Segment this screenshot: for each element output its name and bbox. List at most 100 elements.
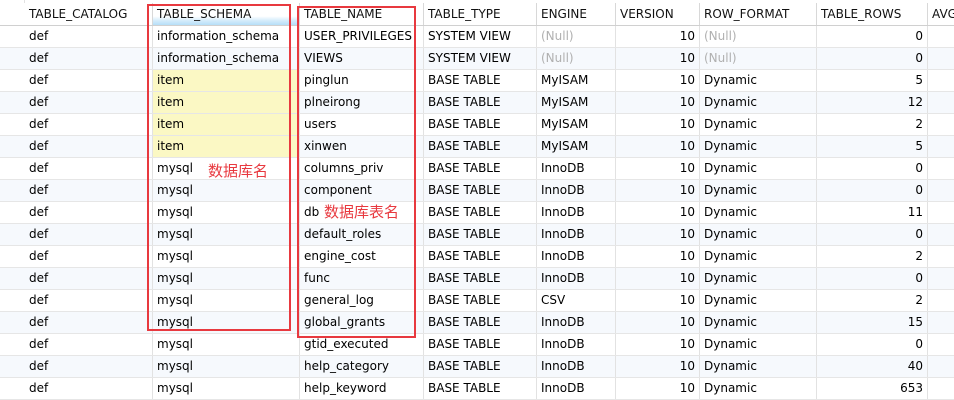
cell-table-catalog[interactable]: def [25, 290, 153, 311]
cell-version[interactable]: 10 [616, 136, 700, 157]
cell-table-type[interactable]: BASE TABLE [424, 136, 537, 157]
cell-version[interactable]: 10 [616, 290, 700, 311]
cell-table-schema[interactable]: mysql [153, 334, 300, 355]
cell-table-rows[interactable]: 0 [817, 224, 928, 245]
cell-table-catalog[interactable]: def [25, 180, 153, 201]
cell-table-catalog[interactable]: def [25, 92, 153, 113]
cell-table-schema[interactable]: mysql [153, 268, 300, 289]
cell-table-name[interactable]: VIEWS [300, 48, 424, 69]
cell-engine[interactable]: MyISAM [537, 70, 616, 91]
cell-table-catalog[interactable]: def [25, 48, 153, 69]
cell-table-rows[interactable]: 40 [817, 356, 928, 377]
column-header-table-rows[interactable]: TABLE_ROWS [817, 3, 928, 25]
cell-table-name[interactable]: USER_PRIVILEGES [300, 26, 424, 47]
cell-table-type[interactable]: BASE TABLE [424, 378, 537, 399]
cell-row-format[interactable]: Dynamic [700, 224, 817, 245]
table-row[interactable]: def mysql db BASE TABLE InnoDB 10 Dynamic 11 [0, 202, 954, 224]
table-row[interactable]: def mysql func BASE TABLE InnoDB 10 Dynamic 0 [0, 268, 954, 290]
cell-version[interactable]: 10 [616, 26, 700, 47]
cell-engine[interactable]: InnoDB [537, 202, 616, 223]
cell-table-name[interactable]: func [300, 268, 424, 289]
cell-table-catalog[interactable]: def [25, 136, 153, 157]
table-row[interactable]: def item xinwen BASE TABLE MyISAM 10 Dynamic 5 [0, 136, 954, 158]
cell-table-rows[interactable]: 0 [817, 268, 928, 289]
table-row[interactable]: def item pinglun BASE TABLE MyISAM 10 Dynamic 5 [0, 70, 954, 92]
cell-table-type[interactable]: BASE TABLE [424, 224, 537, 245]
cell-row-format[interactable]: Dynamic [700, 246, 817, 267]
cell-table-type[interactable]: BASE TABLE [424, 180, 537, 201]
cell-table-catalog[interactable]: def [25, 312, 153, 333]
cell-engine[interactable]: (Null) [537, 48, 616, 69]
cell-table-name[interactable]: default_roles [300, 224, 424, 245]
cell-table-name[interactable]: global_grants [300, 312, 424, 333]
cell-table-catalog[interactable]: def [25, 334, 153, 355]
cell-version[interactable]: 10 [616, 48, 700, 69]
cell-table-type[interactable]: BASE TABLE [424, 290, 537, 311]
cell-table-name[interactable]: engine_cost [300, 246, 424, 267]
column-header-table-catalog[interactable]: TABLE_CATALOG [25, 3, 153, 25]
column-header-table-type[interactable]: TABLE_TYPE [424, 3, 537, 25]
cell-version[interactable]: 10 [616, 268, 700, 289]
cell-table-schema[interactable]: item [153, 70, 300, 91]
cell-version[interactable]: 10 [616, 70, 700, 91]
cell-table-schema[interactable]: mysql [153, 180, 300, 201]
cell-table-catalog[interactable]: def [25, 224, 153, 245]
cell-table-type[interactable]: BASE TABLE [424, 70, 537, 91]
cell-table-catalog[interactable]: def [25, 26, 153, 47]
cell-table-catalog[interactable]: def [25, 246, 153, 267]
table-row[interactable]: def information_schema USER_PRIVILEGES SYST… [0, 26, 954, 48]
cell-avg[interactable] [928, 224, 954, 245]
cell-engine[interactable]: InnoDB [537, 334, 616, 355]
cell-version[interactable]: 10 [616, 114, 700, 135]
cell-table-name[interactable]: plneirong [300, 92, 424, 113]
cell-table-rows[interactable]: 0 [817, 158, 928, 179]
table-row[interactable]: def mysql gtid_executed BASE TABLE InnoDB 10 D… [0, 334, 954, 356]
table-row[interactable]: def mysql general_log BASE TABLE CSV 10 Dynami… [0, 290, 954, 312]
cell-table-name[interactable]: xinwen [300, 136, 424, 157]
cell-table-type[interactable]: BASE TABLE [424, 334, 537, 355]
cell-engine[interactable]: MyISAM [537, 114, 616, 135]
table-row[interactable]: def item users BASE TABLE MyISAM 10 Dynamic 2 [0, 114, 954, 136]
cell-table-type[interactable]: BASE TABLE [424, 158, 537, 179]
cell-row-format[interactable]: Dynamic [700, 356, 817, 377]
cell-engine[interactable]: InnoDB [537, 312, 616, 333]
cell-version[interactable]: 10 [616, 158, 700, 179]
cell-avg[interactable] [928, 26, 954, 47]
cell-engine[interactable]: InnoDB [537, 158, 616, 179]
cell-table-schema[interactable]: mysql [153, 202, 300, 223]
cell-avg[interactable] [928, 378, 954, 399]
cell-table-name[interactable]: help_category [300, 356, 424, 377]
cell-row-format[interactable]: Dynamic [700, 92, 817, 113]
cell-table-rows[interactable]: 12 [817, 92, 928, 113]
cell-table-type[interactable]: BASE TABLE [424, 268, 537, 289]
cell-avg[interactable] [928, 70, 954, 91]
column-header-table-schema[interactable]: TABLE_SCHEMA [153, 3, 300, 25]
cell-row-format[interactable]: Dynamic [700, 378, 817, 399]
column-header-row-format[interactable]: ROW_FORMAT [700, 3, 817, 25]
cell-engine[interactable]: InnoDB [537, 246, 616, 267]
cell-table-type[interactable]: BASE TABLE [424, 312, 537, 333]
cell-engine[interactable]: InnoDB [537, 356, 616, 377]
column-header-engine[interactable]: ENGINE [537, 3, 616, 25]
cell-row-format[interactable]: (Null) [700, 26, 817, 47]
cell-row-format[interactable]: Dynamic [700, 136, 817, 157]
cell-table-rows[interactable]: 2 [817, 246, 928, 267]
cell-table-catalog[interactable]: def [25, 268, 153, 289]
cell-row-format[interactable]: Dynamic [700, 158, 817, 179]
cell-table-type[interactable]: SYSTEM VIEW [424, 48, 537, 69]
cell-table-schema[interactable]: mysql [153, 290, 300, 311]
cell-avg[interactable] [928, 290, 954, 311]
cell-engine[interactable]: InnoDB [537, 224, 616, 245]
cell-table-name[interactable]: pinglun [300, 70, 424, 91]
cell-table-rows[interactable]: 5 [817, 70, 928, 91]
cell-table-name[interactable]: columns_priv [300, 158, 424, 179]
cell-version[interactable]: 10 [616, 92, 700, 113]
cell-table-schema[interactable]: item [153, 114, 300, 135]
cell-table-name[interactable]: users [300, 114, 424, 135]
column-header-avg[interactable]: AVG [928, 3, 954, 25]
cell-table-schema[interactable]: item [153, 136, 300, 157]
cell-table-name[interactable]: gtid_executed [300, 334, 424, 355]
cell-table-rows[interactable]: 653 [817, 378, 928, 399]
cell-table-schema[interactable]: mysql [153, 356, 300, 377]
cell-row-format[interactable]: Dynamic [700, 70, 817, 91]
